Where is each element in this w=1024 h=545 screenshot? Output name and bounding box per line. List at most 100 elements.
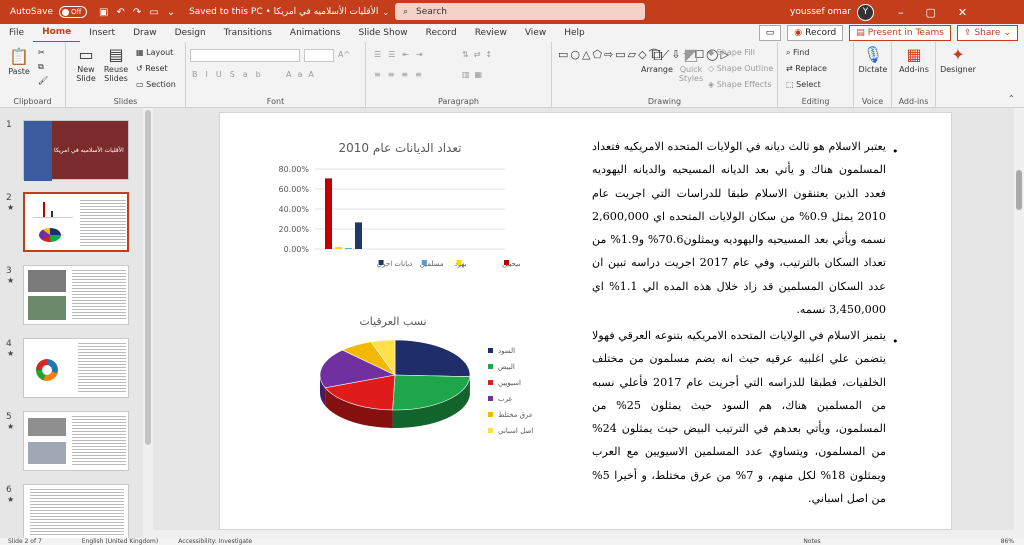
- reset-button[interactable]: ↺ Reset: [136, 64, 168, 73]
- text-direction-icons[interactable]: ⇅⇄↕: [462, 50, 497, 59]
- tab-animations[interactable]: Animations: [281, 24, 350, 42]
- dictate-button[interactable]: 🎙 Dictate: [857, 46, 889, 75]
- slide-thumbnail-3[interactable]: [23, 265, 129, 325]
- slide-thumbnail-4[interactable]: [23, 338, 129, 398]
- comments-button[interactable]: ▭: [758, 25, 782, 41]
- find-button[interactable]: ⌕ Find: [786, 48, 809, 58]
- start-presentation-icon[interactable]: ▭: [149, 7, 158, 18]
- chevron-down-icon[interactable]: ⌄: [382, 8, 389, 17]
- tab-view[interactable]: View: [516, 24, 555, 42]
- notes-button[interactable]: Notes: [803, 538, 820, 545]
- tab-transitions[interactable]: Transitions: [215, 24, 281, 42]
- record-button[interactable]: ◉ Record: [787, 25, 844, 41]
- autosave-state: Off: [71, 8, 82, 16]
- scrollbar-thumb[interactable]: [1016, 170, 1022, 210]
- close-icon[interactable]: ✕: [958, 6, 967, 19]
- new-slide-button[interactable]: ▭ New Slide: [72, 45, 100, 84]
- increase-font-icon[interactable]: A^: [338, 50, 350, 59]
- tab-insert[interactable]: Insert: [80, 24, 124, 42]
- tab-help[interactable]: Help: [555, 24, 594, 42]
- reuse-label-2: Slides: [104, 74, 128, 83]
- shape-outline-button[interactable]: ◇ Shape Outline: [708, 64, 773, 73]
- thumbnail-caption: الأقليات الأسلاميه في امريكا: [54, 147, 124, 154]
- dictate-label: Dictate: [858, 65, 888, 74]
- new-slide-icon: ▭: [78, 45, 94, 64]
- paste-button[interactable]: 📋 Paste: [6, 48, 32, 77]
- tab-record[interactable]: Record: [417, 24, 466, 42]
- thumbnail-text-lines: [30, 489, 124, 535]
- star-icon: ★: [7, 495, 15, 504]
- font-format-icons[interactable]: BIUSab: [192, 70, 269, 79]
- layout-button[interactable]: ▦ Layout: [136, 48, 173, 57]
- font-size-dropdown[interactable]: [304, 49, 334, 62]
- tab-home[interactable]: Home: [33, 23, 81, 43]
- font-name-dropdown[interactable]: [190, 49, 300, 62]
- undo-icon[interactable]: ↶: [116, 7, 124, 18]
- accessibility-status[interactable]: Accessibility: Investigate: [178, 538, 252, 545]
- search-box[interactable]: ⌕ Search: [395, 3, 645, 20]
- maximize-icon[interactable]: ▢: [925, 6, 935, 19]
- reuse-slides-button[interactable]: ▤ Reuse Slides: [102, 46, 130, 84]
- align-icons[interactable]: ≡≡≡≡: [374, 70, 429, 79]
- quick-styles-icon: ◩: [683, 45, 699, 64]
- cut-icon[interactable]: ✂: [38, 48, 45, 57]
- shape-effects-button[interactable]: ◈ Shape Effects: [708, 80, 772, 89]
- section-button[interactable]: ▭ Section: [136, 80, 176, 89]
- tab-file[interactable]: File: [0, 24, 33, 42]
- arrange-button[interactable]: ⧉ Arrange: [640, 46, 674, 75]
- tab-review[interactable]: Review: [466, 24, 516, 42]
- slide-thumbnail-6[interactable]: [23, 484, 129, 538]
- slide-number-2: 2: [6, 193, 12, 203]
- pie-slice-0: [394, 339, 471, 378]
- reuse-label: Reuse: [103, 65, 129, 74]
- slide-number-6: 6: [6, 485, 12, 495]
- canvas-horizontal-scrollbar[interactable]: [153, 530, 1014, 538]
- language-indicator[interactable]: English (United Kingdom): [82, 538, 158, 545]
- legend-label: اصل اسباني: [498, 427, 533, 435]
- slide-thumbnail-pane: 1 الأقليات الأسلاميه في امريكا 2 ★ 3 ★ 4…: [0, 108, 147, 538]
- replace-button[interactable]: ⇄ Replace: [786, 64, 827, 73]
- paragraph-label: Paragraph: [438, 97, 479, 106]
- customize-qat-icon[interactable]: ⌄: [167, 7, 175, 18]
- paragraph-2[interactable]: يتميز الاسلام في الولايات المتحده الامري…: [592, 324, 886, 510]
- tab-design[interactable]: Design: [166, 24, 215, 42]
- redo-icon[interactable]: ↷: [133, 7, 141, 18]
- collapse-ribbon-icon[interactable]: ⌃: [1008, 94, 1015, 103]
- list-icons[interactable]: ☰☰⇤⇥: [374, 50, 430, 59]
- zoom-level[interactable]: 86%: [1001, 538, 1014, 545]
- designer-group: ✦ Designer: [936, 42, 980, 108]
- thumbnail-scrollbar[interactable]: [143, 108, 153, 538]
- tab-draw[interactable]: Draw: [124, 24, 166, 42]
- tab-slide-show[interactable]: Slide Show: [349, 24, 416, 42]
- autosave-label: AutoSave: [10, 7, 53, 17]
- canvas-vertical-scrollbar[interactable]: [1014, 108, 1024, 538]
- ethnicity-pie-chart[interactable]: نسب العرقيات السود البيض اسيويين عرب عرق مختل…: [300, 313, 550, 453]
- share-icon: ⇪: [963, 28, 972, 38]
- present-in-teams-button[interactable]: ▤ Present in Teams: [849, 25, 951, 41]
- format-painter-icon[interactable]: 🖌: [38, 76, 48, 85]
- shapes-gallery[interactable]: ▭○△⬠⇨▭▱◇⌒⟋⇩☆☐◯▷: [558, 48, 729, 61]
- copy-icon[interactable]: ⧉: [38, 62, 44, 72]
- avatar[interactable]: Y: [856, 3, 874, 21]
- quick-styles-button[interactable]: ◩ Quick Styles: [676, 45, 706, 84]
- select-button[interactable]: ⬚ Select: [786, 80, 821, 89]
- addins-button[interactable]: ▦ Add-ins: [896, 46, 932, 75]
- font-color-icons[interactable]: AaA: [286, 70, 320, 79]
- autosave-toggle[interactable]: Off: [59, 6, 87, 18]
- save-icon[interactable]: ▣: [99, 7, 108, 18]
- user-name: youssef omar: [790, 7, 851, 17]
- scrollbar-thumb[interactable]: [145, 110, 151, 445]
- shape-fill-button[interactable]: ◆ Shape Fill: [708, 48, 755, 57]
- religions-bar-chart[interactable]: تعداد الديانات عام 2010 0.00% 20.00% 40.00%…: [270, 133, 520, 273]
- slide-number-4: 4: [6, 339, 12, 349]
- paragraph-1[interactable]: يعتبر الاسلام هو ثالث ديانه في الولايات …: [592, 135, 886, 321]
- legend-label: اسيويين: [498, 379, 521, 387]
- legend-swatch: [456, 260, 462, 265]
- slide-thumbnail-5[interactable]: [23, 411, 129, 471]
- slide-thumbnail-1[interactable]: الأقليات الأسلاميه في امريكا: [23, 120, 129, 181]
- slide-thumbnail-2[interactable]: [23, 192, 129, 252]
- share-button[interactable]: ⇪ Share ⌄: [956, 25, 1018, 41]
- designer-button[interactable]: ✦ Designer: [938, 46, 978, 75]
- minimize-icon[interactable]: –: [898, 6, 904, 19]
- columns-icons[interactable]: ▥▦: [462, 70, 487, 79]
